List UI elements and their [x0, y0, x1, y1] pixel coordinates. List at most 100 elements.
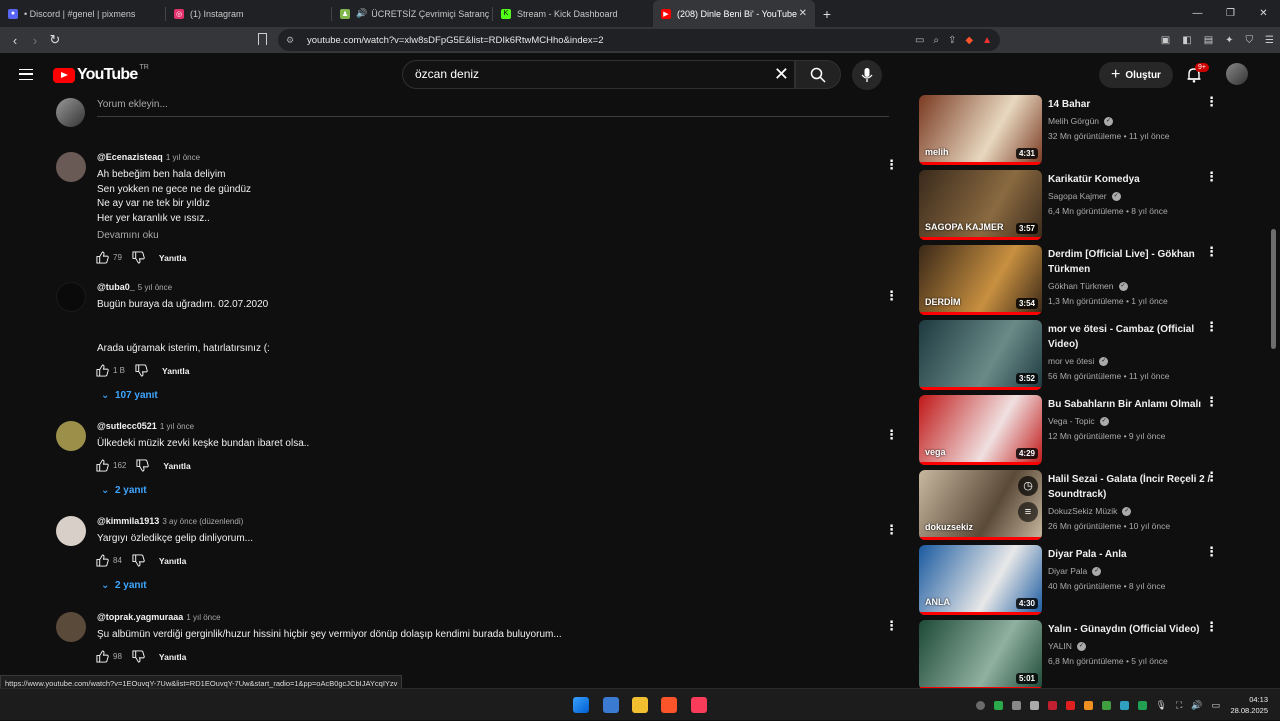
comment-author[interactable]: @tuba0_ [97, 282, 135, 292]
comment-avatar[interactable] [56, 152, 86, 182]
tray-app-icon[interactable] [1011, 700, 1021, 710]
comment-author[interactable]: @toprak.yagmuraaa [97, 612, 183, 622]
dislike-icon[interactable] [136, 459, 150, 472]
brave-browser-icon[interactable] [661, 697, 677, 713]
related-video-item[interactable]: SAGOPA KAJMER 3:57 Karikatür Komedya Sagopa… [919, 170, 1259, 240]
video-more-icon[interactable]: ⋮ [1205, 170, 1218, 183]
restore-icon[interactable]: ❐ [1214, 0, 1247, 27]
video-title[interactable]: mor ve ötesi - Cambaz (Official Video) [1048, 322, 1216, 352]
video-thumbnail[interactable]: DERDİM 3:54 [919, 245, 1042, 315]
related-video-item[interactable]: DERDİM 3:54 Derdim [Official Live] - Gökha… [919, 245, 1259, 315]
related-video-item[interactable]: ANLA 4:30 Diyar Pala - Anla Diyar Pala ✓ 40 M… [919, 545, 1259, 615]
video-more-icon[interactable]: ⋮ [1205, 470, 1218, 483]
file-explorer-icon[interactable] [632, 697, 648, 713]
start-icon[interactable] [573, 697, 589, 713]
video-title[interactable]: Bu Sabahların Bir Anlamı Olmalı [1048, 397, 1216, 412]
tray-app-icon[interactable] [1047, 700, 1057, 710]
video-channel[interactable]: Gökhan Türkmen ✓ [1048, 281, 1128, 292]
comment-more-icon[interactable]: ⋮ [885, 158, 898, 171]
reply-button[interactable]: Yanıtla [162, 366, 189, 376]
video-thumbnail[interactable]: ANLA 4:30 [919, 545, 1042, 615]
view-replies-button[interactable]: ⌄ 2 yanıt [101, 485, 147, 496]
tray-nvidia-icon[interactable] [993, 700, 1003, 710]
leo-ai-icon[interactable]: ✦ [1225, 35, 1233, 46]
video-title[interactable]: 14 Bahar [1048, 97, 1216, 112]
search-button[interactable] [795, 60, 841, 89]
video-thumbnail[interactable]: melih 4:31 [919, 95, 1042, 165]
reply-button[interactable]: Yanıtla [163, 461, 190, 471]
add-comment-input[interactable]: Yorum ekleyin... [97, 99, 168, 110]
share-icon[interactable]: ⇪ [948, 35, 956, 46]
like-icon[interactable] [96, 554, 109, 567]
new-tab-button[interactable]: + [815, 6, 839, 22]
related-video-item[interactable]: 3:52 mor ve ötesi - Cambaz (Official Vide… [919, 320, 1259, 390]
battery-icon[interactable]: ▭ [1211, 700, 1220, 711]
video-thumbnail[interactable]: vega 4:29 [919, 395, 1042, 465]
close-tab-icon[interactable]: ✕ [799, 8, 807, 19]
like-icon[interactable] [96, 650, 109, 663]
tab-discord[interactable]: ● • Discord | #genel | pixmens [0, 0, 165, 27]
account-avatar[interactable] [1226, 63, 1248, 85]
view-replies-button[interactable]: ⌄ 2 yanıt [101, 580, 147, 591]
volume-icon[interactable]: 🔊 [1191, 700, 1202, 711]
tab-instagram[interactable]: ◎ (1) Instagram [166, 0, 331, 27]
video-more-icon[interactable]: ⋮ [1205, 95, 1218, 108]
reply-button[interactable]: Yanıtla [159, 556, 186, 566]
video-thumbnail[interactable]: 3:52 [919, 320, 1042, 390]
forward-icon[interactable]: › [25, 33, 45, 48]
photos-icon[interactable] [603, 697, 619, 713]
related-video-item[interactable]: vega 4:29 Bu Sabahların Bir Anlamı Olmalı V… [919, 395, 1259, 465]
wallet-icon[interactable]: ▤ [1204, 35, 1213, 46]
tray-app-icon[interactable] [1029, 700, 1039, 710]
apple-music-icon[interactable] [691, 697, 707, 713]
comment-time[interactable]: 1 yıl önce [186, 613, 220, 622]
page-scrollbar[interactable] [1271, 229, 1276, 349]
tab-chess[interactable]: ♟ 🔊 ÜCRETSİZ Çevrimiçi Satranç Oyna [332, 0, 492, 27]
video-title[interactable]: Karikatür Komedya [1048, 172, 1216, 187]
comment-avatar[interactable] [56, 421, 86, 451]
site-info-icon[interactable]: ⚙ [286, 35, 298, 46]
dislike-icon[interactable] [135, 364, 148, 377]
video-more-icon[interactable]: ⋮ [1205, 395, 1218, 408]
view-replies-button[interactable]: ⌄ 107 yanıt [101, 390, 158, 401]
related-video-item[interactable]: dokuzsekiz ◷ ≡ Halil Sezai - Galata (İncir … [919, 470, 1259, 540]
vpn-icon[interactable]: ⛉ [1246, 35, 1254, 46]
comment-author[interactable]: @kimmila1913 [97, 516, 159, 526]
comment-avatar[interactable] [56, 612, 86, 642]
reload-icon[interactable]: ↻ [45, 32, 65, 48]
comment-time[interactable]: 1 yıl önce [160, 422, 194, 431]
menu-icon[interactable] [19, 69, 33, 80]
video-more-icon[interactable]: ⋮ [1205, 245, 1218, 258]
reply-button[interactable]: Yanıtla [159, 652, 186, 662]
comment-avatar[interactable] [56, 282, 86, 312]
sidebar-icon[interactable]: ◧ [1182, 35, 1191, 46]
video-more-icon[interactable]: ⋮ [1205, 620, 1218, 633]
tray-app-icon[interactable] [1137, 700, 1147, 710]
video-title[interactable]: Halil Sezai - Galata (İncir Reçeli 2 / S… [1048, 472, 1216, 502]
back-icon[interactable]: ‹ [5, 33, 25, 48]
cast-icon[interactable]: ▭ [915, 35, 924, 46]
video-title[interactable]: Diyar Pala - Anla [1048, 547, 1216, 562]
voice-search-button[interactable] [852, 60, 882, 90]
comment-time[interactable]: 1 yıl önce [166, 153, 200, 162]
reply-button[interactable]: Yanıtla [159, 253, 186, 263]
add-to-queue-icon[interactable]: ≡ [1018, 502, 1038, 522]
watch-later-icon[interactable]: ◷ [1018, 476, 1038, 496]
comment-more-icon[interactable]: ⋮ [885, 428, 898, 441]
comment-more-icon[interactable]: ⋮ [885, 523, 898, 536]
zoom-icon[interactable]: ⌕ [933, 35, 939, 46]
related-video-item[interactable]: melih 4:31 14 Bahar Melih Görgün ✓ 32 Mn görü… [919, 95, 1259, 165]
video-channel[interactable]: YALIN ✓ [1048, 641, 1086, 652]
video-thumbnail[interactable]: SAGOPA KAJMER 3:57 [919, 170, 1042, 240]
brave-shields-icon[interactable]: ◆ [965, 35, 973, 46]
tray-app-icon[interactable] [975, 700, 985, 710]
like-icon[interactable] [96, 251, 109, 264]
comment-author[interactable]: @Ecenazisteaq [97, 152, 163, 162]
menu-icon[interactable]: ☰ [1265, 35, 1274, 46]
youtube-logo[interactable]: YouTube TR [53, 64, 149, 84]
dislike-icon[interactable] [132, 650, 145, 663]
tab-kick[interactable]: K Stream - Kick Dashboard [493, 0, 653, 27]
taskbar-clock[interactable]: 04:13 28.08.2025 [1230, 694, 1268, 716]
tray-app-icon[interactable] [1101, 700, 1111, 710]
like-icon[interactable] [96, 364, 109, 377]
